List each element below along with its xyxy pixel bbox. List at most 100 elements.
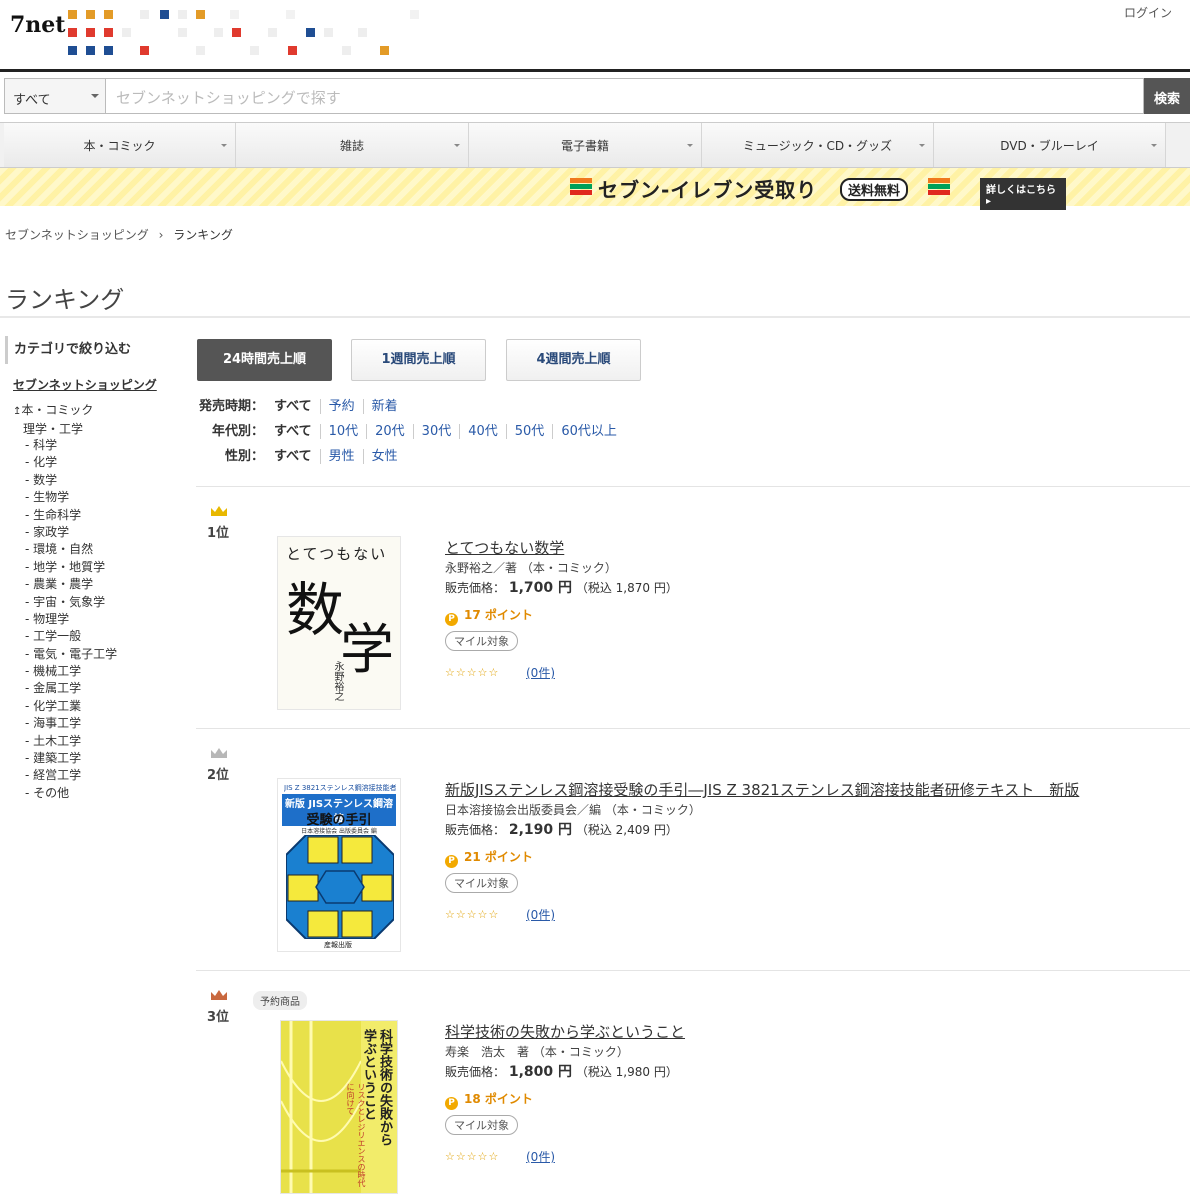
product-cover-image[interactable]: JIS Z 3821ステンレス鋼溶接技能者研修テキスト 新版 JISステンレス鋼… [277,778,401,952]
price-tax: （税込 1,870 円） [575,581,678,595]
sidebar-item[interactable]: - その他 [25,785,180,802]
product-title-link[interactable]: 新版JISステンレス鋼溶接受験の手引―JIS Z 3821ステンレス鋼溶接技能者… [445,779,1079,800]
product-cover-image[interactable]: 科学技術の失敗から 学ぶということ リスクとレジリエンスの時代に向けて [280,1020,398,1194]
nav-item-dvd[interactable]: DVD・ブルーレイ [934,123,1166,167]
sidebar-parent-label: 本・コミック [21,403,94,417]
sidebar-item[interactable]: - 家政学 [25,524,180,541]
sidebar-item[interactable]: - 生物学 [25,489,180,506]
site-header: 7net ログイン [0,0,1190,72]
cover-title-line: とてつもない [286,545,388,563]
list-bullet: - [25,681,34,696]
sidebar-item[interactable]: - 数学 [25,472,180,489]
sidebar-item[interactable]: - 建築工学 [25,750,180,767]
sidebar-item-label: 家政学 [33,524,70,539]
sidebar-item-label: 生命科学 [33,507,82,522]
product-author[interactable]: 寿楽 浩太 著 （本・コミック） [445,1043,629,1060]
nav-item-label: DVD・ブルーレイ [1000,139,1099,153]
sidebar-item[interactable]: - 生命科学 [25,507,180,524]
sidebar-root-link[interactable]: セブンネットショッピング [13,376,180,393]
sidebar-item-label: 建築工学 [33,751,82,766]
tab-1week[interactable]: 1週間売上順 [351,339,486,381]
nav-item-ebooks[interactable]: 電子書籍 [469,123,702,167]
filter-option[interactable]: すべて [274,399,320,414]
divider [0,316,1190,318]
search-category-select[interactable]: すべて [4,78,106,114]
breadcrumb: セブンネットショッピング › ランキング [5,226,233,243]
sidebar-item[interactable]: - 物理学 [25,611,180,628]
list-bullet: - [25,559,34,574]
filter-option[interactable]: 40代 [459,424,506,439]
filter-option[interactable]: 10代 [319,424,367,439]
product-cover-image[interactable]: とてつもない 数 学 永野裕之 [277,536,401,710]
price-value: 1,800 円 [508,1064,573,1080]
rank-number: 3位 [207,1010,230,1025]
product-title-link[interactable]: とてつもない数学 [445,537,564,558]
point-coin-icon: P [445,1097,458,1110]
nav-item-label: ミュージック・CD・グッズ [742,139,893,153]
sidebar-item[interactable]: - 宇宙・気象学 [25,594,180,611]
cover-subtitle: リスクとレジリエンスの時代に向けて [346,1083,366,1187]
product-price: 販売価格： 1,800 円 （税込 1,980 円） [445,1061,678,1081]
list-bullet: - [25,524,34,539]
filter-option[interactable]: 男性 [319,449,363,464]
review-count-link[interactable]: (0件) [526,1148,555,1165]
product-title-link[interactable]: 科学技術の失敗から学ぶということ [445,1021,685,1042]
filter-release: 発売時期： すべて 予約 新着 [196,397,406,417]
cover-editor: 日本溶接協会 出版委員会 編 [301,828,377,835]
seven-eleven-banner[interactable]: セブン-イレブン受取り 送料無料 詳しくはこちら ▸ [0,168,1190,210]
sidebar-item[interactable]: - 科学 [25,437,180,454]
sidebar-item[interactable]: - 化学工業 [25,698,180,715]
filter-option[interactable]: すべて [274,424,320,439]
tab-24h[interactable]: 24時間売上順 [197,339,332,381]
sidebar-item-label: 土木工学 [33,733,82,748]
chevron-down-icon [687,144,693,150]
category-sidebar: カテゴリで絞り込む セブンネットショッピング ↥本・コミック 理学・工学 - 科… [5,336,180,802]
sidebar-item[interactable]: - 工学一般 [25,628,180,645]
search-category-value: すべて [13,93,51,108]
filter-option[interactable]: 20代 [366,424,413,439]
sidebar-item[interactable]: - 機械工学 [25,663,180,680]
crown-bronze-icon [211,990,227,1000]
tab-4week[interactable]: 4週間売上順 [506,339,641,381]
nav-item-label: 雑誌 [339,139,364,153]
filter-option[interactable]: すべて [274,449,320,464]
crown-gold-icon [211,506,227,516]
filter-option[interactable]: 新着 [362,399,406,414]
mile-badge: マイル対象 [445,1115,518,1135]
sidebar-item[interactable]: - 地学・地質学 [25,559,180,576]
filter-option[interactable]: 30代 [412,424,460,439]
sidebar-item[interactable]: - 電気・電子工学 [25,646,180,663]
breadcrumb-home[interactable]: セブンネットショッピング [5,228,149,242]
product-author[interactable]: 日本溶接協会出版委員会／編 （本・コミック） [445,801,701,818]
sidebar-item[interactable]: - 海事工学 [25,715,180,732]
search-button[interactable]: 検索 [1144,78,1190,114]
sidebar-current-category: 理学・工学 [23,422,84,436]
nav-item-books[interactable]: 本・コミック [4,123,236,167]
list-bullet: - [25,768,34,783]
site-logo[interactable]: 7net [10,12,65,52]
review-count-link[interactable]: (0件) [526,906,555,923]
product-author[interactable]: 永野裕之／著 （本・コミック） [445,559,617,576]
nav-item-music[interactable]: ミュージック・CD・グッズ [702,123,934,167]
sidebar-item[interactable]: - 金属工学 [25,680,180,697]
filter-option[interactable]: 女性 [362,449,406,464]
filter-option[interactable]: 50代 [505,424,553,439]
review-count-link[interactable]: (0件) [526,664,555,681]
banner-more-button[interactable]: 詳しくはこちら ▸ [980,178,1066,210]
sidebar-item[interactable]: - 経営工学 [25,767,180,784]
nav-item-magazines[interactable]: 雑誌 [236,123,469,167]
sidebar-item[interactable]: - 土木工学 [25,733,180,750]
filter-option[interactable]: 60代以上 [552,424,625,439]
filter-option[interactable]: 予約 [319,399,363,414]
price-label: 販売価格： [445,581,506,595]
search-input[interactable]: セブンネットショッピングで探す [106,78,1144,114]
filter-label: 年代別： [211,424,264,439]
sidebar-parent-link[interactable]: ↥本・コミック [13,401,180,418]
sidebar-item[interactable]: - 化学 [25,454,180,471]
cover-author: 永野裕之 [332,661,343,701]
sidebar-item[interactable]: - 環境・自然 [25,541,180,558]
sidebar-item[interactable]: - 農業・農学 [25,576,180,593]
category-nav: 本・コミック 雑誌 電子書籍 ミュージック・CD・グッズ DVD・ブルーレイ [0,122,1190,168]
price-label: 販売価格： [445,823,506,837]
login-link[interactable]: ログイン [1124,4,1172,21]
